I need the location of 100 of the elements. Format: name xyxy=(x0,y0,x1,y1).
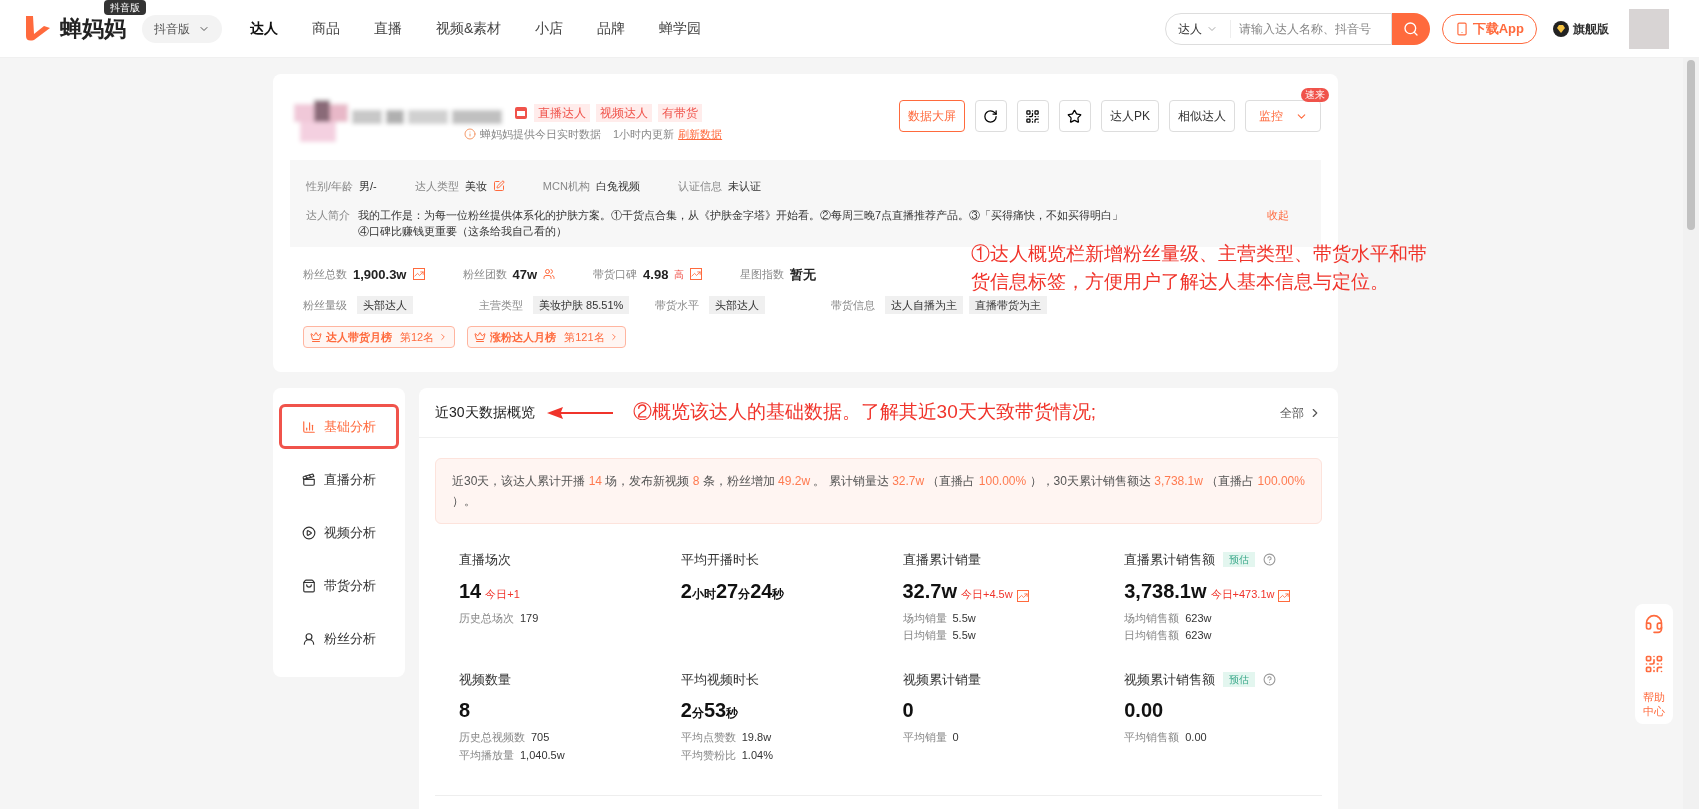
info-tag: 美妆护肤 85.51% xyxy=(533,296,630,314)
trend-icon[interactable] xyxy=(690,268,703,281)
sidebar-item[interactable]: 带货分析 xyxy=(279,563,399,608)
sub-label: 平均销量 xyxy=(902,730,947,745)
metric-label: 视频累计销量 xyxy=(902,670,981,689)
clapperboard-icon xyxy=(302,472,316,487)
stat-value: 暂无 xyxy=(790,265,817,284)
new-badge: 速来 xyxy=(1301,88,1329,102)
people-icon[interactable] xyxy=(543,268,556,281)
nav-link[interactable]: 小店 xyxy=(535,18,564,39)
sidebar-item[interactable]: 粉丝分析 xyxy=(279,616,399,661)
customer-service-icon[interactable] xyxy=(1644,614,1664,634)
info-icon xyxy=(464,128,476,141)
stat-label: 带货口碑 xyxy=(593,267,638,282)
user-icon xyxy=(302,631,316,646)
info-value: 白兔视频 xyxy=(595,179,640,194)
edit-icon[interactable] xyxy=(492,180,505,193)
info-label: 认证信息 xyxy=(677,179,722,194)
info-value: 美妆 xyxy=(464,179,487,194)
sub-label: 日均销量 xyxy=(902,628,947,643)
info-label: 达人类型 xyxy=(414,179,459,194)
sub-value: 0 xyxy=(952,730,959,745)
metric-label: 直播累计销量 xyxy=(902,551,981,569)
stat-label: 粉丝总数 xyxy=(303,267,347,282)
info-label: MCN机构 xyxy=(542,179,590,194)
sub-value: 705 xyxy=(531,730,550,745)
tag-group-label: 主营类型 xyxy=(479,297,523,313)
today-change: 今日+4.5w xyxy=(961,587,1013,602)
nav-link[interactable]: 直播 xyxy=(374,18,402,39)
search-button[interactable] xyxy=(1391,12,1430,45)
sub-label: 平均赞粉比 xyxy=(680,747,736,763)
sub-value: 1,040.5w xyxy=(520,747,565,763)
trend-icon[interactable] xyxy=(412,268,425,281)
intro-label: 达人简介 xyxy=(306,207,350,223)
metric-value: 8 xyxy=(459,698,471,723)
metric-label: 直播场次 xyxy=(459,551,511,569)
metric-label: 平均开播时长 xyxy=(680,551,759,569)
nav-link[interactable]: 达人 xyxy=(250,18,278,39)
search-scope[interactable]: 达人 xyxy=(1165,19,1231,38)
sub-label: 日均销售额 xyxy=(1124,628,1180,643)
info-value: 男/- xyxy=(359,179,377,194)
crown-icon xyxy=(310,331,322,343)
stat-value: 4.98 xyxy=(643,265,669,284)
trend-icon[interactable] xyxy=(1278,589,1291,602)
annotation-text: ①达人概览栏新增粉丝量级、主营类型、带货水平和带货信息标签，方便用户了解达人基本信息与定位。 xyxy=(971,242,1428,294)
info-tag: 头部达人 xyxy=(357,296,413,314)
info-label: 性别/年龄 xyxy=(306,179,354,194)
arrow-annotation xyxy=(546,406,613,419)
intro-text: 我的工作是：为每一位粉丝提供体系化的护肤方案。①干货点合集，从《护肤金字塔》开始看。②每周三晚7点直播推荐产品。③「买得痛快，不如买得明白」④口碑比赚钱更重要（这条给我自己看的） xyxy=(358,207,1125,239)
sub-label: 历史总视频数 xyxy=(459,730,525,745)
metric-label: 直播累计销售额 xyxy=(1124,551,1216,569)
sidebar-item[interactable]: 视频分析 xyxy=(279,510,399,555)
sub-value: 179 xyxy=(520,610,539,626)
level-tag: 高 xyxy=(674,266,685,282)
sub-label: 场均销量 xyxy=(902,610,947,626)
section-title: 近30天数据概览 xyxy=(435,403,535,422)
sub-label: 平均点赞数 xyxy=(680,730,736,745)
trend-icon[interactable] xyxy=(1016,589,1029,602)
annotation-text: ②概览该达人的基础数据。了解其近30天大致带货情况; xyxy=(632,400,1096,425)
refresh-icon[interactable] xyxy=(975,100,1007,132)
logo-text[interactable]: 蝉妈妈 xyxy=(60,16,126,41)
sub-label: 场均销售额 xyxy=(1124,610,1180,626)
metric-value: 0.00 xyxy=(1124,698,1164,723)
stat-label: 星图指数 xyxy=(740,267,785,282)
help-icon[interactable] xyxy=(1263,553,1277,567)
view-all-link[interactable]: 全部 xyxy=(1280,403,1322,422)
sub-label: 平均销售额 xyxy=(1124,730,1180,745)
sub-value: 19.8w xyxy=(741,730,772,745)
sub-label: 平均播放量 xyxy=(459,747,514,763)
update-note: 蝉妈妈提供今日实时数据 xyxy=(480,127,601,142)
nav-link[interactable]: 品牌 xyxy=(597,18,626,39)
update-time: 1小时内更新 xyxy=(613,127,675,142)
profile-tag: 有带货 xyxy=(658,104,702,122)
estimate-tag: 预估 xyxy=(1223,552,1256,568)
sub-value: 5.5w xyxy=(952,628,976,643)
info-tag: 达人自播为主 xyxy=(885,296,963,314)
edition-badge: 抖音版 xyxy=(104,0,146,15)
sub-value: 623w xyxy=(1185,610,1212,626)
nav-link[interactable]: 蝉学园 xyxy=(659,18,702,39)
nav-link[interactable]: 视频&素材 xyxy=(436,18,502,39)
sub-value: 1.04% xyxy=(741,747,773,763)
version-select[interactable]: 抖音版 xyxy=(142,14,222,43)
metric-label: 平均视频时长 xyxy=(680,670,759,689)
metric-value: 3,738.1w xyxy=(1124,578,1207,604)
nav-link[interactable]: 商品 xyxy=(312,18,340,39)
qr-code-icon[interactable] xyxy=(1017,100,1049,132)
summary-text: 近30天，该达人累计开播 14 场，发布新视频 8 条，粉丝增加 49.2w 。 累计销量达 32.7w （直播占 100.00% ），30天累计销售额达 3,738.1w （直播占 100.00% ）。 xyxy=(435,458,1322,524)
sub-value: 5.5w xyxy=(952,610,976,626)
stat-value: 47w xyxy=(512,265,538,284)
avatar[interactable] xyxy=(1629,8,1669,49)
metric-label: 视频数量 xyxy=(459,670,511,689)
metric-label: 视频累计销售额 xyxy=(1124,670,1216,689)
help-icon[interactable] xyxy=(1263,672,1277,686)
flagship-label[interactable]: 旗舰版 xyxy=(1573,19,1609,38)
action-button[interactable]: 相似达人 xyxy=(1169,100,1235,132)
metric-value: 2小时27分24秒 xyxy=(680,578,785,604)
tag-group-label: 粉丝量级 xyxy=(303,297,347,313)
profile-tag: 视频达人 xyxy=(596,104,652,122)
action-button[interactable]: 达人PK xyxy=(1101,100,1159,132)
sidebar-item[interactable]: 直播分析 xyxy=(279,457,399,502)
